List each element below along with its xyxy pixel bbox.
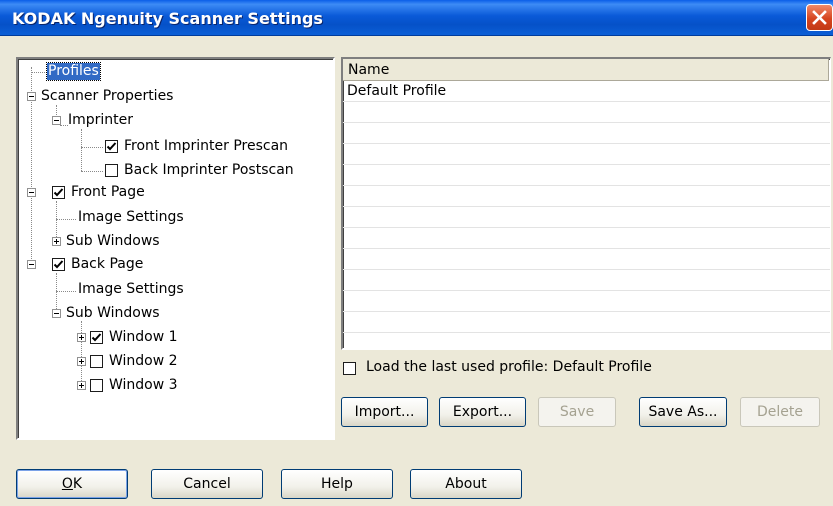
tree-line (81, 147, 103, 148)
settings-tree[interactable]: Profiles Scanner Properties Imprinter Fr… (16, 57, 335, 440)
expand-toggle[interactable] (52, 237, 61, 246)
list-row-empty (343, 312, 830, 333)
tree-item-back-sub-windows[interactable]: Sub Windows (66, 305, 160, 322)
collapse-toggle[interactable] (27, 260, 36, 269)
list-row-empty (343, 102, 830, 123)
tree-line (81, 129, 82, 171)
window-title: KODAK Ngenuity Scanner Settings (12, 9, 323, 28)
list-row-empty (343, 333, 830, 348)
profile-list[interactable]: Name Default Profile (341, 57, 831, 350)
list-row-empty (343, 186, 830, 207)
tree-line (81, 171, 103, 172)
column-header-label: Name (348, 62, 390, 78)
tree-item-profiles[interactable]: Profiles (46, 62, 101, 81)
window-2-checkbox[interactable] (90, 355, 103, 368)
load-last-profile-checkbox[interactable] (343, 362, 356, 375)
list-row-empty (343, 249, 830, 270)
window-3-checkbox[interactable] (90, 379, 103, 392)
collapse-toggle[interactable] (27, 92, 36, 101)
tree-item-window-3[interactable]: Window 3 (109, 377, 178, 394)
list-row-empty (343, 144, 830, 165)
collapse-toggle[interactable] (27, 188, 36, 197)
back-imprinter-checkbox[interactable] (105, 164, 118, 177)
title-bar: KODAK Ngenuity Scanner Settings (0, 0, 833, 36)
tree-line (60, 125, 68, 126)
ok-accelerator: O (61, 476, 73, 492)
list-row-empty (343, 270, 830, 291)
front-page-checkbox[interactable] (52, 186, 65, 199)
back-page-checkbox[interactable] (52, 258, 65, 271)
expand-toggle[interactable] (77, 333, 86, 342)
tree-item-imprinter[interactable]: Imprinter (68, 112, 133, 129)
list-row-empty (343, 291, 830, 312)
list-item[interactable]: Default Profile (343, 81, 830, 102)
tree-item-scanner-properties[interactable]: Scanner Properties (41, 88, 173, 105)
load-last-profile-label[interactable]: Load the last used profile: Default Prof… (366, 359, 652, 375)
tree-item-back-image-settings[interactable]: Image Settings (78, 281, 184, 298)
tree-item-back-imprinter-postscan[interactable]: Back Imprinter Postscan (124, 162, 294, 179)
cancel-button[interactable]: Cancel (151, 469, 263, 499)
tree-item-front-imprinter-prescan[interactable]: Front Imprinter Prescan (124, 138, 288, 155)
check-icon (53, 260, 64, 269)
front-imprinter-checkbox[interactable] (105, 140, 118, 153)
ok-button[interactable]: OK (16, 469, 128, 499)
list-row-empty (343, 207, 830, 228)
list-row-empty (343, 165, 830, 186)
tree-line (81, 321, 82, 389)
profile-name: Default Profile (347, 83, 447, 99)
check-icon (53, 188, 64, 197)
check-icon (91, 333, 102, 342)
help-button[interactable]: Help (281, 469, 393, 499)
expand-toggle[interactable] (77, 381, 86, 390)
delete-button[interactable]: Delete (740, 397, 820, 427)
collapse-toggle[interactable] (52, 309, 61, 318)
tree-line (31, 72, 47, 73)
tree-item-front-sub-windows[interactable]: Sub Windows (66, 233, 160, 250)
tree-item-back-page[interactable]: Back Page (71, 256, 143, 273)
tree-item-window-2[interactable]: Window 2 (109, 353, 178, 370)
column-header-name[interactable]: Name (343, 59, 829, 81)
expand-toggle[interactable] (77, 357, 86, 366)
save-as-button[interactable]: Save As... (639, 397, 727, 427)
ok-label-rest: K (72, 476, 83, 492)
check-icon (106, 142, 117, 151)
tree-line (56, 219, 76, 220)
close-icon (812, 10, 827, 25)
tree-line (56, 291, 76, 292)
close-button[interactable] (806, 4, 833, 31)
export-button[interactable]: Export... (439, 397, 526, 427)
import-button[interactable]: Import... (341, 397, 428, 427)
window-1-checkbox[interactable] (90, 331, 103, 344)
tree-item-window-1[interactable]: Window 1 (109, 329, 178, 346)
save-button[interactable]: Save (538, 397, 616, 427)
collapse-toggle[interactable] (52, 116, 61, 125)
list-row-empty (343, 123, 830, 144)
list-row-empty (343, 228, 830, 249)
tree-item-front-image-settings[interactable]: Image Settings (78, 209, 184, 226)
tree-item-front-page[interactable]: Front Page (71, 184, 145, 201)
about-button[interactable]: About (410, 469, 522, 499)
